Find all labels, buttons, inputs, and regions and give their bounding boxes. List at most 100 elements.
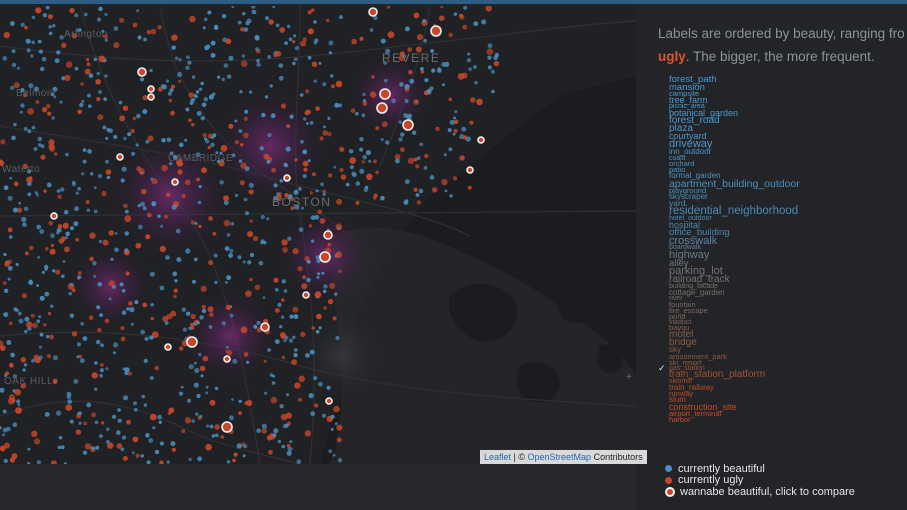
beautiful-point [10, 21, 15, 26]
beautiful-point [23, 126, 28, 131]
beautiful-point [51, 116, 55, 120]
wannabe-marker[interactable] [430, 25, 442, 37]
ugly-point [119, 17, 125, 23]
beautiful-point [87, 149, 92, 154]
ugly-point [375, 126, 380, 131]
beautiful-point [65, 231, 70, 237]
label-item[interactable]: mansion [669, 83, 905, 92]
beautiful-point [242, 454, 246, 458]
wannabe-marker[interactable] [147, 85, 155, 93]
wannabe-marker[interactable] [368, 7, 378, 17]
beautiful-point [11, 135, 16, 141]
beautiful-point [140, 454, 144, 458]
map-viewport[interactable]: Arlington Belmont Waterto REVERE BOSTON … [0, 6, 636, 464]
beautiful-point [178, 58, 182, 62]
wannabe-marker[interactable] [147, 93, 155, 101]
ugly-point [373, 159, 377, 164]
beautiful-point [208, 325, 213, 329]
beautiful-point [57, 445, 62, 450]
wannabe-marker[interactable] [283, 174, 291, 182]
beautiful-point [226, 275, 232, 281]
beautiful-point [170, 441, 176, 447]
wannabe-marker[interactable] [50, 212, 58, 220]
wannabe-marker[interactable] [379, 88, 391, 100]
label-item[interactable]: bridge [669, 338, 905, 348]
ugly-point [65, 404, 72, 411]
beautiful-point [249, 252, 255, 258]
beautiful-point [131, 151, 136, 156]
wannabe-marker[interactable] [171, 178, 179, 186]
ugly-point [123, 203, 128, 209]
beautiful-point [314, 214, 320, 220]
wannabe-marker[interactable] [466, 166, 474, 174]
wannabe-marker[interactable] [325, 397, 333, 405]
wannabe-marker[interactable] [302, 291, 310, 299]
beautiful-point [131, 451, 135, 455]
ugly-point [49, 334, 54, 340]
ugly-point [170, 110, 175, 116]
ugly-point [89, 256, 94, 262]
wannabe-marker[interactable] [477, 136, 485, 144]
wannabe-marker[interactable] [221, 421, 233, 433]
beautiful-point [188, 326, 192, 331]
ugly-point [173, 288, 178, 293]
beautiful-point [31, 40, 35, 45]
beautiful-point [136, 9, 140, 13]
label-item[interactable]: crosswalk [669, 235, 905, 246]
wannabe-marker[interactable] [116, 153, 124, 161]
beautiful-point [194, 361, 197, 365]
beautiful-point [318, 326, 322, 330]
label-item[interactable]: forest_road [669, 116, 905, 126]
beautiful-point [26, 48, 31, 53]
beautiful-point [56, 231, 60, 235]
beautiful-point [210, 52, 216, 58]
beautiful-point [61, 274, 65, 279]
wannabe-marker[interactable] [402, 119, 414, 131]
ugly-point [127, 371, 132, 376]
beautiful-point [411, 130, 417, 135]
beautiful-point [426, 88, 432, 94]
label-item[interactable]: highway [669, 250, 905, 261]
beautiful-point [149, 68, 153, 73]
beautiful-point [99, 368, 104, 373]
ugly-point [208, 260, 214, 266]
beautiful-point [56, 410, 62, 416]
label-item[interactable]: train_station_platform [669, 370, 905, 380]
wannabe-marker[interactable] [137, 67, 147, 77]
leaflet-link[interactable]: Leaflet [484, 452, 511, 462]
wannabe-marker[interactable] [376, 102, 388, 114]
wannabe-marker[interactable] [260, 322, 270, 332]
ugly-point [31, 430, 38, 437]
ugly-point [335, 80, 343, 88]
wannabe-marker[interactable] [319, 251, 331, 263]
beautiful-point [197, 200, 202, 205]
label-item[interactable]: motel [669, 330, 905, 340]
ugly-point [209, 399, 216, 406]
beautiful-point [119, 282, 124, 287]
ugly-point [167, 411, 171, 415]
beautiful-point [142, 109, 148, 115]
beautiful-point [285, 423, 289, 428]
wannabe-marker[interactable] [223, 355, 231, 363]
beautiful-point [134, 408, 138, 412]
wannabe-marker[interactable] [323, 230, 333, 240]
beautiful-point [232, 358, 238, 364]
beautiful-point [332, 453, 336, 457]
ugly-point [280, 103, 287, 109]
legend-ugly-label: currently ugly [678, 474, 744, 487]
ugly-point [294, 158, 298, 162]
beautiful-point [56, 50, 61, 55]
openstreetmap-link[interactable]: OpenStreetMap [528, 452, 592, 462]
ugly-point [120, 326, 125, 331]
beautiful-point [186, 55, 190, 59]
ugly-point [281, 355, 286, 360]
beautiful-point [237, 20, 242, 25]
ugly-point [190, 322, 194, 327]
beautiful-point [272, 433, 277, 438]
beautiful-point [219, 180, 224, 185]
beautiful-point [292, 335, 296, 339]
ugly-point [223, 195, 229, 202]
wannabe-marker[interactable] [186, 336, 198, 348]
map-canvas[interactable] [0, 6, 636, 464]
wannabe-marker[interactable] [164, 343, 172, 351]
